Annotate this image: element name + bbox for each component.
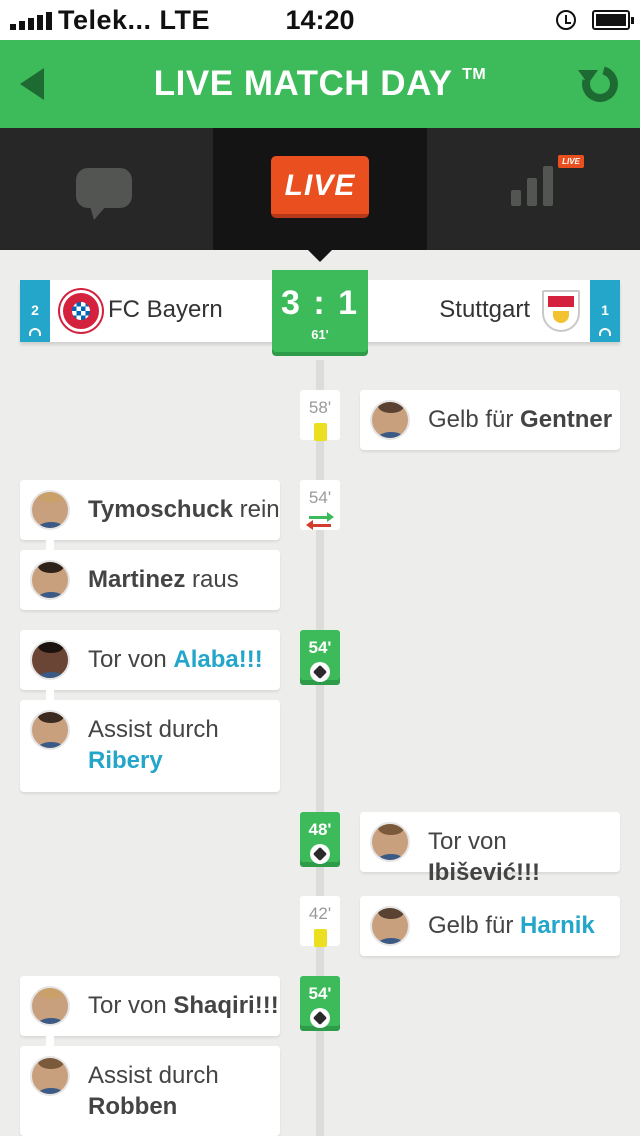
event-card[interactable]: Gelb für Gentner	[360, 390, 620, 450]
person-icon	[29, 328, 41, 336]
bar-chart-icon	[511, 166, 553, 206]
tab-live[interactable]: LIVE	[213, 128, 427, 262]
event-minute-badge: 58'	[300, 390, 340, 441]
status-bar: Telek... LTE 14:20	[0, 0, 640, 40]
event-minute: 48'	[308, 820, 332, 839]
score-box: 3 : 1 61'	[272, 270, 368, 352]
alarm-icon	[556, 10, 576, 30]
refresh-icon	[575, 59, 625, 109]
event-text: Tor von Shaqiri!!!	[88, 992, 279, 1019]
event-minute: 54'	[308, 984, 332, 1003]
event-text: Tor von Ibišević!!!	[428, 828, 541, 886]
player-avatar	[370, 822, 410, 862]
vfb-stuttgart-crest-icon	[542, 290, 580, 332]
live-tab-label: LIVE	[271, 156, 369, 218]
event-card[interactable]: Assist durch Robben	[20, 1046, 280, 1136]
player-avatar	[30, 986, 70, 1026]
away-team-count-badge: 1	[590, 280, 620, 342]
event-text: Gelb für Harnik	[428, 912, 595, 939]
player-avatar	[370, 906, 410, 946]
event-minute: 54'	[308, 638, 332, 657]
event-text: Martinez raus	[88, 566, 239, 593]
refresh-button[interactable]	[574, 58, 626, 110]
event-minute-badge: 42'	[300, 896, 340, 947]
event-minute: 54'	[308, 488, 332, 507]
soccer-ball-icon	[310, 662, 330, 682]
player-avatar	[30, 710, 70, 750]
event-text: Assist durch Robben	[88, 1062, 219, 1120]
page-title: LIVE MATCH DAY TM	[0, 64, 640, 104]
player-avatar	[30, 640, 70, 680]
yellow-card-icon	[313, 423, 327, 441]
home-team-name: FC Bayern	[108, 296, 223, 323]
home-team-count-badge: 2	[20, 280, 50, 342]
scoreboard: 2 FC Bayern Stuttgart 1 3 : 1 61'	[20, 270, 620, 352]
battery-icon	[592, 10, 634, 30]
soccer-ball-icon	[310, 844, 330, 864]
match-score: 3 : 1	[280, 284, 360, 322]
player-avatar	[30, 490, 70, 530]
yellow-card-icon	[313, 929, 327, 947]
status-time: 14:20	[285, 5, 355, 35]
fc-bayern-crest-icon	[60, 290, 102, 332]
event-card[interactable]: Tor von Ibišević!!!	[360, 812, 620, 886]
event-text: Tor von Alaba!!!	[88, 646, 263, 673]
nav-bar: LIVE MATCH DAY TM	[0, 40, 640, 128]
tab-bar: LIVE LIVE	[0, 128, 640, 262]
soccer-ball-icon	[310, 1008, 330, 1028]
trademark-mark: TM	[462, 66, 487, 83]
match-minute: 61'	[311, 327, 329, 342]
home-team-count: 2	[31, 302, 39, 318]
goal-minute-badge: 54'	[300, 976, 340, 1028]
event-card[interactable]: Martinez raus	[20, 550, 280, 610]
event-card[interactable]: Assist durch Ribery	[20, 700, 280, 792]
goal-minute-badge: 54'	[300, 630, 340, 682]
event-card[interactable]: Tor von Shaqiri!!!	[20, 976, 280, 1036]
event-card[interactable]: Tymoschuck rein	[20, 480, 280, 540]
tab-chat[interactable]	[0, 128, 213, 250]
chat-bubble-icon	[76, 168, 132, 220]
away-team-name: Stuttgart	[439, 296, 530, 323]
substitution-icon	[306, 512, 334, 531]
player-avatar	[370, 400, 410, 440]
event-minute-badge: 54'	[300, 480, 340, 530]
away-team-count: 1	[601, 302, 609, 318]
event-text: Tymoschuck rein	[88, 496, 280, 523]
player-avatar	[30, 1056, 70, 1096]
event-card[interactable]: Gelb für Harnik	[360, 896, 620, 956]
event-text: Assist durch Ribery	[88, 716, 219, 774]
stats-live-badge: LIVE	[558, 155, 584, 168]
person-icon	[599, 328, 611, 336]
event-minute: 42'	[308, 904, 332, 923]
player-avatar	[30, 560, 70, 600]
event-minute: 58'	[308, 398, 332, 417]
event-text: Gelb für Gentner	[428, 406, 613, 433]
page-title-text: LIVE MATCH DAY	[153, 64, 452, 103]
event-card[interactable]: Tor von Alaba!!!	[20, 630, 280, 690]
tab-stats[interactable]: LIVE	[427, 128, 640, 250]
goal-minute-badge: 48'	[300, 812, 340, 864]
